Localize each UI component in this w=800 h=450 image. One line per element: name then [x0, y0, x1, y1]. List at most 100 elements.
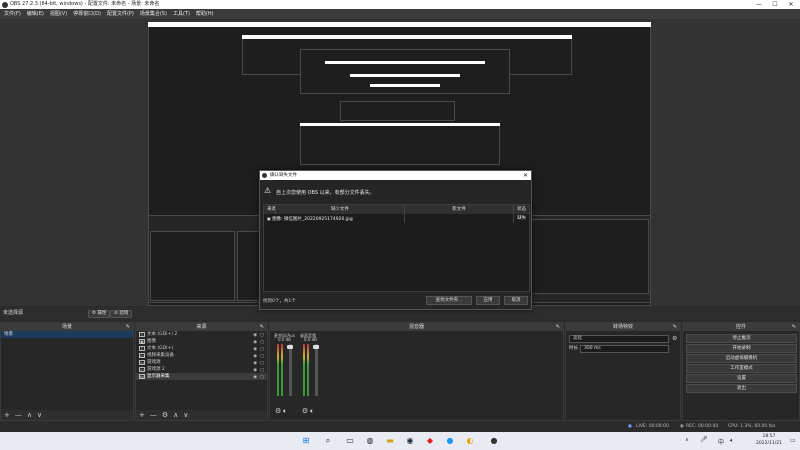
notification-icon[interactable]: ▭ [790, 437, 796, 444]
clock-time[interactable]: 18:57 [757, 434, 781, 439]
column-header-source[interactable]: 来源 [264, 205, 276, 214]
menu-docks[interactable]: 停靠窗口(D) [70, 9, 104, 19]
live-time: LIVE: 00:00:00 [636, 424, 669, 429]
sources-dock-header: 来源 ✎ [136, 323, 267, 331]
obs-taskbar-icon[interactable]: ● [488, 435, 500, 447]
mic-tray-icon[interactable]: 🎤︎ [700, 436, 708, 443]
volume-knob[interactable] [313, 345, 319, 349]
source-item[interactable]: ▭ 显示器采集 ◉ ▢ [136, 373, 267, 380]
desktop-speaker-icon[interactable]: 🔈︎ [310, 407, 314, 416]
level-meter-left [303, 344, 305, 396]
table-header: 来源 缺少文件 新文件 状态 [264, 205, 529, 214]
sources-footer: + — ⚙ ∧ ∨ [136, 410, 267, 420]
menu-help[interactable]: 帮助(H) [193, 9, 217, 19]
mic-settings-gear-icon[interactable]: ⚙ [275, 407, 281, 415]
settings-button[interactable]: 设置 [686, 374, 797, 383]
menu-profile[interactable]: 配置文件(P) [104, 9, 137, 19]
source-settings-button[interactable]: ⚙ [162, 411, 168, 419]
remove-scene-button[interactable]: — [15, 411, 22, 419]
move-up-button[interactable]: ∧ [27, 411, 32, 419]
dialog-message: 自上次您使用 OBS 以来，有部分文件丢失。 [276, 190, 375, 196]
windows-taskbar: ⊞ ⌕ ▭ ◍ ▬ ◉ ◆ ● ◐ ● ∧ 🎤︎ 中 🔈︎ 18:57 2022… [0, 432, 800, 450]
start-recording-button[interactable]: 开始录制 [686, 344, 797, 353]
no-source-selected-label: 未选择源 [3, 310, 24, 316]
dock-pin-icon[interactable]: ✎ [673, 323, 677, 331]
column-header-status[interactable]: 状态 [514, 205, 529, 214]
window-title-bar: OBS 27.2.3 (64-bit, windows) - 配置文件: 未命名… [0, 0, 800, 9]
mic-speaker-icon[interactable]: 🔈︎ [283, 407, 287, 416]
task-view-icon[interactable]: ▭ [344, 435, 356, 447]
nested-titlebar-5 [370, 84, 440, 87]
menu-edit[interactable]: 编辑(E) [24, 9, 47, 19]
scene-item[interactable]: 场景 [1, 331, 133, 338]
file-explorer-icon[interactable]: ▬ [384, 435, 396, 447]
dock-pin-icon[interactable]: ✎ [792, 323, 796, 331]
column-header-new[interactable]: 新文件 [405, 205, 515, 214]
tray-arrow-icon[interactable]: ∧ [685, 437, 689, 443]
table-row[interactable]: ▣ 图像: 微信图片_20220925174920.jpg 缺失 [264, 214, 529, 223]
nested-preview-4 [340, 101, 455, 121]
clock-date[interactable]: 2022/11/21 [752, 441, 786, 446]
volume-fader[interactable] [315, 344, 318, 396]
source-item[interactable]: ▭ 游戏源 ◉ ▢ [136, 359, 267, 366]
menu-file[interactable]: 文件(F) [1, 9, 24, 19]
windows-start-icon[interactable]: ⊞ [300, 435, 312, 447]
add-source-button[interactable]: + [139, 411, 145, 419]
properties-button[interactable]: ⚙ 属性 [88, 310, 111, 318]
dock-pin-icon[interactable]: ✎ [260, 323, 264, 331]
close-button[interactable]: ✕ [784, 0, 798, 9]
start-virtual-camera-button[interactable]: 启动虚拟摄像机 [686, 354, 797, 363]
cell-new-file[interactable] [405, 214, 515, 223]
steam-icon[interactable]: ◉ [404, 435, 416, 447]
volume-fader[interactable] [289, 344, 292, 396]
volume-tray-icon[interactable]: 🔈︎ [730, 437, 734, 445]
dock-pin-icon[interactable]: ✎ [126, 323, 130, 331]
remove-source-button[interactable]: — [150, 411, 157, 419]
apply-button[interactable]: 应用 [476, 296, 500, 305]
menu-tools[interactable]: 工具(T) [170, 9, 193, 19]
maximize-button[interactable]: ☐ [768, 0, 782, 9]
exit-button[interactable]: 退出 [686, 384, 797, 393]
sources-dock: 来源 ✎ T 文本 (GDI+) 2 ◉ ▢ ▣ 图像 ◉ ▢ T 文本 (GDI+) ◉ ▢ ▭ 视… [135, 322, 268, 421]
volume-knob[interactable] [287, 345, 293, 349]
dialog-close-icon[interactable]: ✕ [523, 171, 528, 180]
ime-indicator[interactable]: 中 [718, 437, 724, 446]
contact-icon[interactable]: ◍ [364, 435, 376, 447]
app-icon[interactable]: ◐ [464, 435, 476, 447]
app-icon[interactable]: ◆ [424, 435, 436, 447]
camera-source-icon: ▭ [139, 353, 145, 358]
stop-streaming-button[interactable]: 停止推流 [686, 334, 797, 343]
cell-source-missing: ▣ 图像: 微信图片_20220925174920.jpg [264, 214, 405, 223]
duration-spinbox[interactable]: 300 ms [580, 345, 669, 353]
dock-pin-icon[interactable]: ✎ [556, 323, 560, 331]
search-folder-button[interactable]: 查找文件夹... [426, 296, 472, 305]
transitions-dock-header: 转场特效 ✎ [566, 323, 680, 331]
desktop-settings-gear-icon[interactable]: ⚙ [302, 407, 308, 415]
add-scene-button[interactable]: + [4, 411, 10, 419]
minimize-button[interactable]: — [752, 0, 766, 9]
move-down-button[interactable]: ∨ [37, 411, 42, 419]
cancel-button[interactable]: 取消 [504, 296, 528, 305]
filters-button[interactable]: ⊘ 滤镜 [110, 310, 133, 318]
source-item[interactable]: ▭ 游戏源 2 ◉ ▢ [136, 366, 267, 373]
source-item[interactable]: T 文本 (GDI+) ◉ ▢ [136, 345, 267, 352]
move-down-button[interactable]: ∨ [183, 411, 188, 419]
column-header-missing[interactable]: 缺少文件 [276, 205, 405, 214]
search-icon[interactable]: ⌕ [322, 435, 334, 447]
menu-scene-collection[interactable]: 场景集合(S) [137, 9, 170, 19]
channel-db: 0.0 dB [278, 337, 291, 342]
transition-settings-gear-icon[interactable]: ⚙ [672, 335, 677, 342]
visibility-eye-icon[interactable]: ◉ [253, 374, 257, 381]
transitions-dock: 转场特效 ✎ 淡化 ⚙ 时长 300 ms [565, 322, 681, 421]
studio-mode-button[interactable]: 工作室模式 [686, 364, 797, 373]
missing-files-dialog: 确认缺失文件 ✕ ⚠ 自上次您使用 OBS 以来，有部分文件丢失。 来源 缺少文… [259, 170, 532, 310]
lock-icon[interactable]: ▢ [260, 374, 264, 381]
source-item[interactable]: T 文本 (GDI+) 2 ◉ ▢ [136, 331, 267, 338]
dialog-footer-count: 找到0个，共1个 [263, 299, 296, 304]
move-up-button[interactable]: ∧ [173, 411, 178, 419]
source-item[interactable]: ▭ 视频采集设备 ◉ ▢ [136, 352, 267, 359]
browser-icon[interactable]: ● [444, 435, 456, 447]
source-item[interactable]: ▣ 图像 ◉ ▢ [136, 338, 267, 345]
transition-type-select[interactable]: 淡化 [569, 335, 669, 343]
menu-view[interactable]: 视图(V) [47, 9, 70, 19]
